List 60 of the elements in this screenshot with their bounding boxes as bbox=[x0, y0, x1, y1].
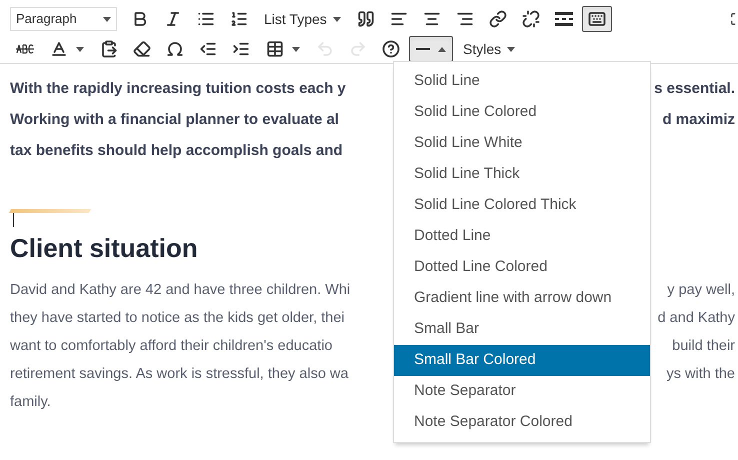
align-center-icon bbox=[422, 10, 441, 28]
paragraph-text: David and Kathy are 42 and have three children. Whi bbox=[10, 281, 350, 300]
menu-item[interactable]: Dotted Line Colored bbox=[394, 252, 650, 283]
eraser-icon bbox=[133, 40, 151, 58]
table-icon bbox=[266, 40, 284, 58]
caret-icon bbox=[332, 16, 341, 22]
menu-item[interactable]: Gradient line with arrow down bbox=[394, 283, 650, 314]
caret-icon bbox=[292, 46, 300, 52]
menu-item[interactable]: Solid Line Colored bbox=[394, 97, 650, 128]
paragraph-text: s essential. bbox=[654, 79, 735, 100]
paragraph-text: want to comfortably afford their children's educatio bbox=[10, 337, 332, 356]
format-select[interactable]: Paragraph bbox=[10, 7, 117, 31]
paragraph-text: retirement savings. As work is stressful, they also wa bbox=[10, 365, 348, 384]
menu-item[interactable]: Solid Line White bbox=[394, 128, 650, 159]
menu-item[interactable]: Solid Line Colored Thick bbox=[394, 190, 650, 221]
menu-item[interactable]: Small Bar bbox=[394, 314, 650, 345]
text-color-icon bbox=[50, 40, 68, 58]
caret-icon bbox=[103, 16, 111, 22]
align-right-icon bbox=[456, 10, 474, 28]
toolbar-button[interactable] bbox=[582, 6, 612, 32]
omega-icon bbox=[166, 40, 184, 58]
text-cursor bbox=[13, 213, 14, 227]
paragraph-text: build their bbox=[672, 337, 735, 356]
unlink-icon bbox=[522, 10, 540, 28]
bulleted-list-icon bbox=[197, 10, 215, 28]
indent-icon bbox=[232, 40, 250, 58]
quote-icon bbox=[356, 10, 375, 28]
menu-item[interactable]: Solid Line Thick bbox=[394, 159, 650, 190]
link-icon bbox=[488, 10, 507, 28]
clipboard-icon bbox=[100, 40, 118, 58]
section-heading: Client situation bbox=[10, 232, 198, 265]
align-left-icon bbox=[390, 10, 408, 28]
numbered-list-icon bbox=[230, 10, 248, 28]
paragraph-text: they have started to notice as the kids get older, thei bbox=[10, 309, 345, 328]
paragraph-text: ys with the bbox=[666, 365, 735, 384]
menu-item[interactable]: Dotted Line bbox=[394, 221, 650, 252]
menu-item[interactable]: Small Bar Colored bbox=[394, 345, 650, 376]
paragraph-text: family. bbox=[10, 393, 51, 412]
paragraph-text: Working with a financial planner to evaluate al bbox=[10, 110, 339, 130]
strikethrough-icon bbox=[16, 44, 34, 54]
menu-item[interactable]: Solid Line bbox=[394, 66, 650, 97]
paragraph-text: d and Kathy bbox=[658, 309, 735, 328]
paragraph-text: With the rapidly increasing tuition costs each y bbox=[10, 79, 346, 100]
caret-icon bbox=[507, 46, 516, 52]
paragraph-text: d maximiz bbox=[662, 110, 735, 130]
menu-button[interactable]: Styles bbox=[456, 36, 522, 62]
paragraph-text: y pay well, bbox=[667, 281, 735, 300]
outdent-icon bbox=[199, 40, 217, 58]
keyboard-icon bbox=[588, 10, 606, 28]
split-button[interactable] bbox=[409, 36, 453, 62]
menu-item[interactable]: Note Separator Colored bbox=[394, 407, 650, 438]
caret-icon bbox=[76, 46, 84, 52]
read-more-icon bbox=[554, 12, 573, 26]
caret-icon bbox=[438, 46, 446, 52]
horizontal-line-icon bbox=[416, 48, 430, 50]
italic-icon bbox=[164, 10, 182, 28]
help-icon bbox=[382, 40, 400, 58]
menu-item[interactable]: Note Separator bbox=[394, 376, 650, 407]
paragraph-text: tax benefits should help accomplish goals and bbox=[10, 141, 343, 162]
menu-button[interactable]: List Types bbox=[257, 6, 348, 32]
